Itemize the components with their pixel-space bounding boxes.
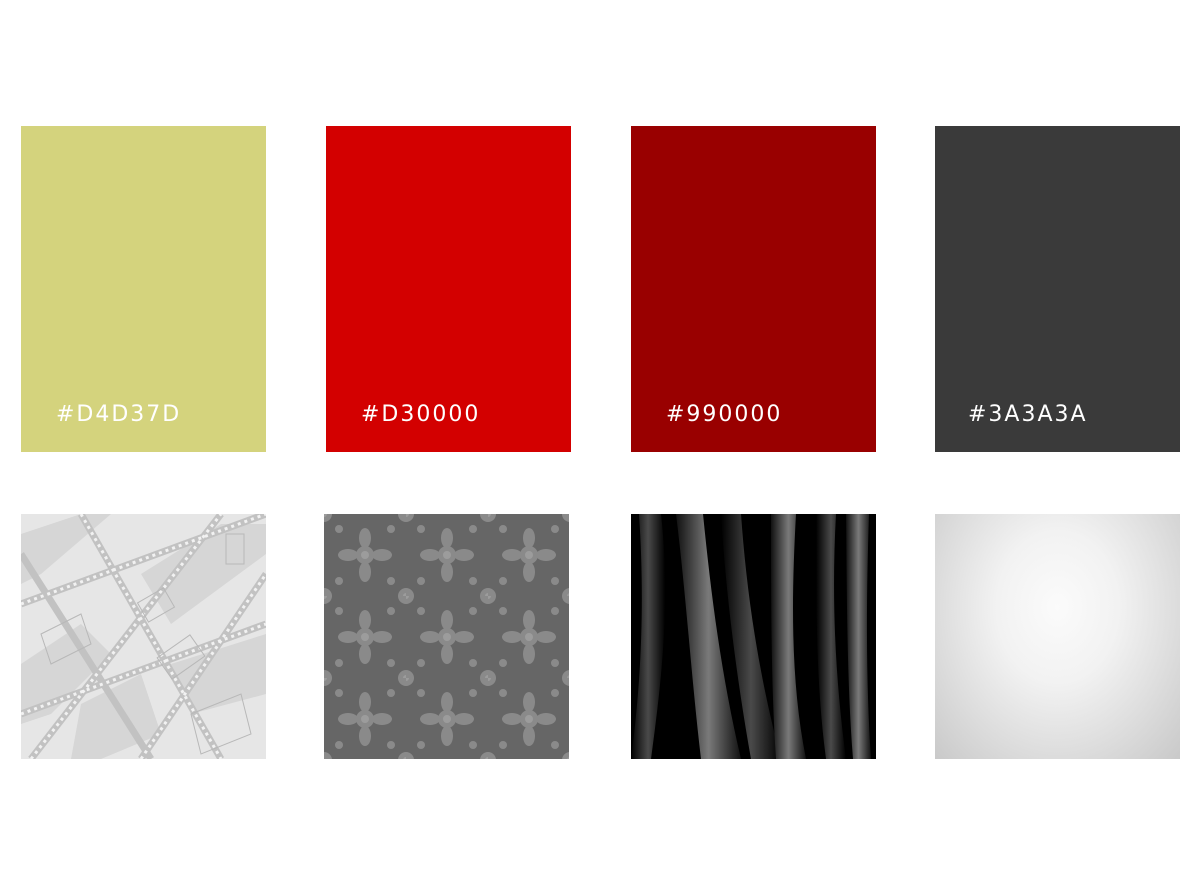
- color-swatch-d4d37d: #D4D37D: [21, 126, 266, 452]
- color-swatch-label: #D30000: [361, 402, 481, 427]
- map-texture-image: [21, 514, 266, 759]
- curtain-texture-image: [631, 514, 876, 759]
- color-swatch-label: #D4D37D: [56, 402, 182, 427]
- color-swatch-label: #3A3A3A: [968, 402, 1088, 427]
- silver-gradient-texture-image: [935, 514, 1180, 759]
- color-swatch-990000: #990000: [631, 126, 876, 452]
- damask-texture-image: [324, 514, 569, 759]
- color-swatch-label: #990000: [666, 402, 783, 427]
- color-swatch-3a3a3a: #3A3A3A: [935, 126, 1180, 452]
- color-swatch-d30000: #D30000: [326, 126, 571, 452]
